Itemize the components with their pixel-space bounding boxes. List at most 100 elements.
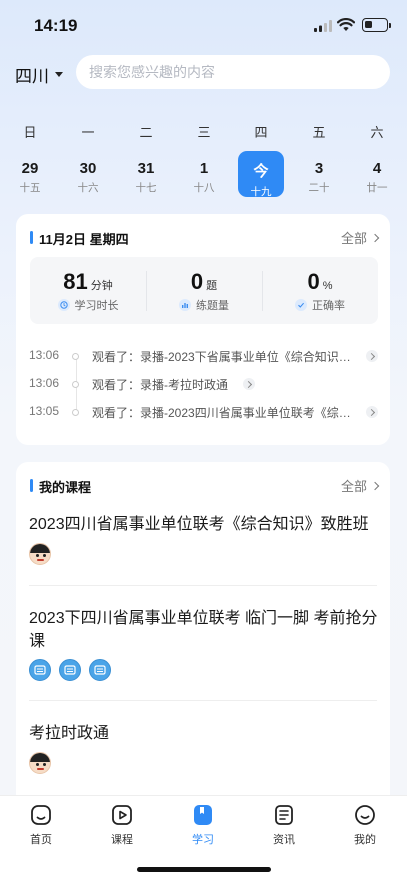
weekday-label: 三 bbox=[197, 125, 211, 140]
weekday-label: 五 bbox=[312, 125, 326, 140]
timeline-dot bbox=[72, 381, 79, 388]
tab-home[interactable]: 首页 bbox=[11, 804, 71, 847]
study-summary-card: 11月2日 星期四 全部 81 分钟 学习时长 0 题 练题量 0 % 正确率 … bbox=[16, 214, 390, 445]
lunar-date: 廿一 bbox=[366, 182, 388, 194]
course-name: 考拉时政通 bbox=[29, 725, 110, 742]
stat-value: 81 bbox=[63, 269, 88, 294]
tab-label: 资讯 bbox=[273, 834, 295, 846]
teacher-avatars bbox=[29, 659, 119, 681]
title-accent-bar bbox=[30, 231, 33, 244]
tab-news[interactable]: 资讯 bbox=[254, 804, 314, 847]
calendar-day[interactable]: 30 十六 bbox=[65, 151, 111, 197]
teacher-avatar bbox=[29, 659, 51, 681]
history-time: 13:05 bbox=[29, 404, 60, 418]
tab-label: 学习 bbox=[192, 834, 214, 846]
weekday-label: 四 bbox=[254, 125, 268, 140]
calendar-day[interactable]: 29 十五 bbox=[7, 151, 53, 197]
title-accent-bar bbox=[30, 479, 33, 492]
timeline-dot bbox=[72, 353, 79, 360]
courses-title: 我的课程 bbox=[39, 480, 92, 495]
card-header: 我的课程 全部 bbox=[16, 462, 390, 506]
chevron-right-icon bbox=[366, 350, 378, 362]
book-icon bbox=[194, 805, 212, 825]
day-number: 3 bbox=[314, 160, 324, 177]
timeline-dot bbox=[72, 409, 79, 416]
history-item[interactable]: 13:06 观看了：录播-2023下省属事业单位《综合知识》... bbox=[16, 346, 390, 366]
chevron-right-icon bbox=[370, 481, 380, 490]
calendar-day[interactable]: 31 十七 bbox=[123, 151, 169, 197]
search-box[interactable] bbox=[76, 55, 390, 89]
lunar-date: 十九 bbox=[250, 186, 272, 198]
smile-icon bbox=[355, 805, 375, 825]
view-all-label: 全部 bbox=[340, 479, 367, 494]
day-number: 29 bbox=[21, 160, 39, 177]
calendar-day[interactable]: 3 二十 bbox=[296, 151, 342, 197]
tab-courses[interactable]: 课程 bbox=[92, 804, 152, 847]
stat-unit: 题 bbox=[206, 280, 218, 292]
search-input[interactable] bbox=[76, 55, 390, 89]
battery-icon bbox=[362, 18, 391, 32]
status-time: 14:19 bbox=[34, 16, 78, 35]
day-number: 31 bbox=[137, 160, 155, 177]
history-text: 观看了：录播-2023下省属事业单位《综合知识》... bbox=[92, 350, 357, 364]
course-name: 2023下四川省属事业单位联考 临门一脚 考前抢分课 bbox=[29, 610, 378, 650]
stat-label: 学习时长 bbox=[74, 300, 119, 312]
tab-study[interactable]: 学习 bbox=[173, 804, 233, 847]
lunar-date: 二十 bbox=[308, 182, 330, 194]
history-item[interactable]: 13:06 观看了：录播-考拉时政通 bbox=[16, 374, 390, 394]
view-all-courses-link[interactable]: 全部 bbox=[340, 476, 380, 495]
my-courses-card: 我的课程 全部 2023四川省属事业单位联考《综合知识》致胜班 2023下四川省… bbox=[16, 462, 390, 812]
history-text: 观看了：录播-考拉时政通 bbox=[92, 378, 228, 392]
weekday-label: 二 bbox=[139, 125, 153, 140]
card-header: 11月2日 星期四 全部 bbox=[16, 214, 390, 258]
caret-down-icon bbox=[55, 72, 63, 77]
lunar-date: 十七 bbox=[135, 182, 157, 194]
weekday-label: 日 bbox=[23, 125, 37, 140]
history-time: 13:06 bbox=[29, 376, 60, 390]
chevron-right-icon bbox=[243, 378, 255, 390]
lunar-date: 十六 bbox=[77, 182, 99, 194]
lunar-date: 十八 bbox=[193, 182, 215, 194]
stat-unit: 分钟 bbox=[90, 280, 113, 292]
day-number: 30 bbox=[79, 160, 97, 177]
news-icon bbox=[275, 805, 293, 825]
stat-accuracy: 0 % 正确率 bbox=[262, 257, 378, 324]
divider bbox=[29, 700, 377, 701]
region-label: 四川 bbox=[15, 67, 49, 86]
calendar-day[interactable]: 4 廿一 bbox=[354, 151, 400, 197]
teacher-avatar bbox=[29, 543, 51, 565]
tab-label: 首页 bbox=[30, 834, 52, 846]
view-all-label: 全部 bbox=[340, 231, 367, 246]
tab-label: 课程 bbox=[111, 834, 133, 846]
teacher-avatar bbox=[29, 752, 51, 774]
history-text: 观看了：录播-2023四川省属事业单位联考《综合... bbox=[92, 406, 357, 420]
date-row: 29 十五 30 十六 31 十七 1 十八 今 十九 3 二十 4 廿一 bbox=[0, 151, 407, 201]
day-number: 今 bbox=[253, 163, 269, 180]
view-all-history-link[interactable]: 全部 bbox=[340, 228, 380, 247]
stat-value: 0 bbox=[307, 269, 320, 294]
status-bar: 14:19 bbox=[0, 0, 407, 50]
stat-label: 正确率 bbox=[312, 300, 345, 312]
teacher-avatars bbox=[29, 543, 59, 565]
divider bbox=[29, 585, 377, 586]
day-number: 4 bbox=[372, 160, 382, 177]
calendar-day-today[interactable]: 今 十九 bbox=[238, 151, 284, 198]
play-icon bbox=[112, 805, 132, 825]
study-date-title: 11月2日 星期四 bbox=[39, 232, 129, 247]
stat-study-time: 81 分钟 学习时长 bbox=[30, 257, 146, 324]
weekday-label: 六 bbox=[370, 125, 384, 140]
wifi-icon bbox=[337, 18, 355, 31]
tab-label: 我的 bbox=[354, 834, 376, 846]
calendar-day[interactable]: 1 十八 bbox=[181, 151, 227, 197]
clock-icon bbox=[57, 299, 70, 311]
tab-mine[interactable]: 我的 bbox=[335, 804, 395, 847]
home-indicator bbox=[137, 867, 271, 872]
chevron-right-icon bbox=[370, 233, 380, 242]
course-name: 2023四川省属事业单位联考《综合知识》致胜班 bbox=[29, 516, 369, 533]
stat-unit: % bbox=[322, 280, 333, 292]
weekday-label: 一 bbox=[81, 125, 95, 140]
teacher-avatar bbox=[59, 659, 81, 681]
history-item[interactable]: 13:05 观看了：录播-2023四川省属事业单位联考《综合... bbox=[16, 402, 390, 422]
stats-panel: 81 分钟 学习时长 0 题 练题量 0 % 正确率 bbox=[30, 257, 378, 324]
region-selector[interactable]: 四川 bbox=[15, 62, 63, 87]
